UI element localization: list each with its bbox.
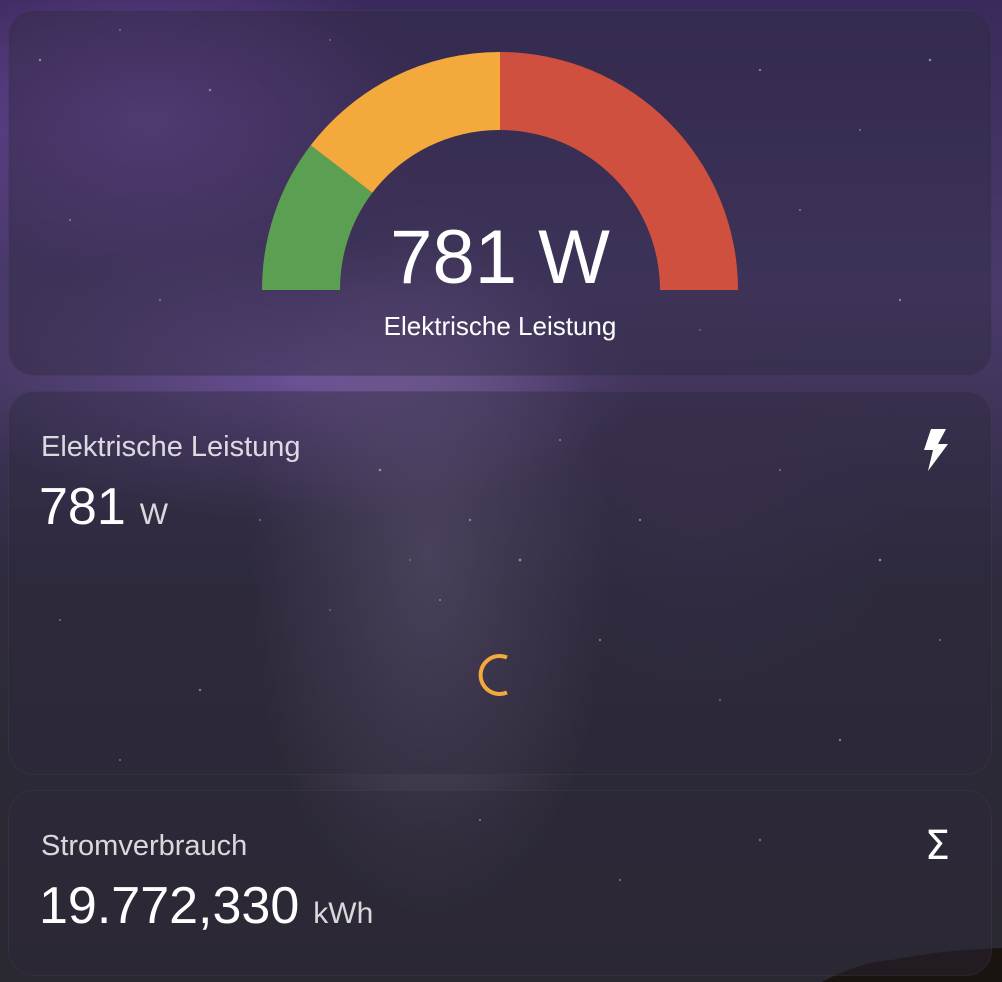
gauge-card[interactable]: 781 W Elektrische Leistung xyxy=(8,10,992,376)
power-card-title: Elektrische Leistung xyxy=(41,431,301,463)
energy-value: 19.772,330 xyxy=(39,877,300,935)
energy-card-title: Stromverbrauch xyxy=(41,830,248,862)
energy-sensor-card[interactable]: Stromverbrauch 19.772,330 kWh Σ xyxy=(8,790,992,976)
energy-unit: kWh xyxy=(313,897,374,930)
gauge-value: 781 W xyxy=(390,215,610,300)
gauge-label: Elektrische Leistung xyxy=(383,311,617,341)
power-card-value: 781 W xyxy=(39,477,168,537)
loading-spinner xyxy=(478,654,508,696)
power-value: 781 xyxy=(39,478,126,536)
sigma-icon: Σ xyxy=(924,823,950,869)
power-unit: W xyxy=(139,498,169,531)
energy-card-value: 19.772,330 kWh xyxy=(39,876,373,936)
power-sensor-card[interactable]: Elektrische Leistung 781 W xyxy=(8,391,992,775)
flash-icon xyxy=(924,429,948,471)
